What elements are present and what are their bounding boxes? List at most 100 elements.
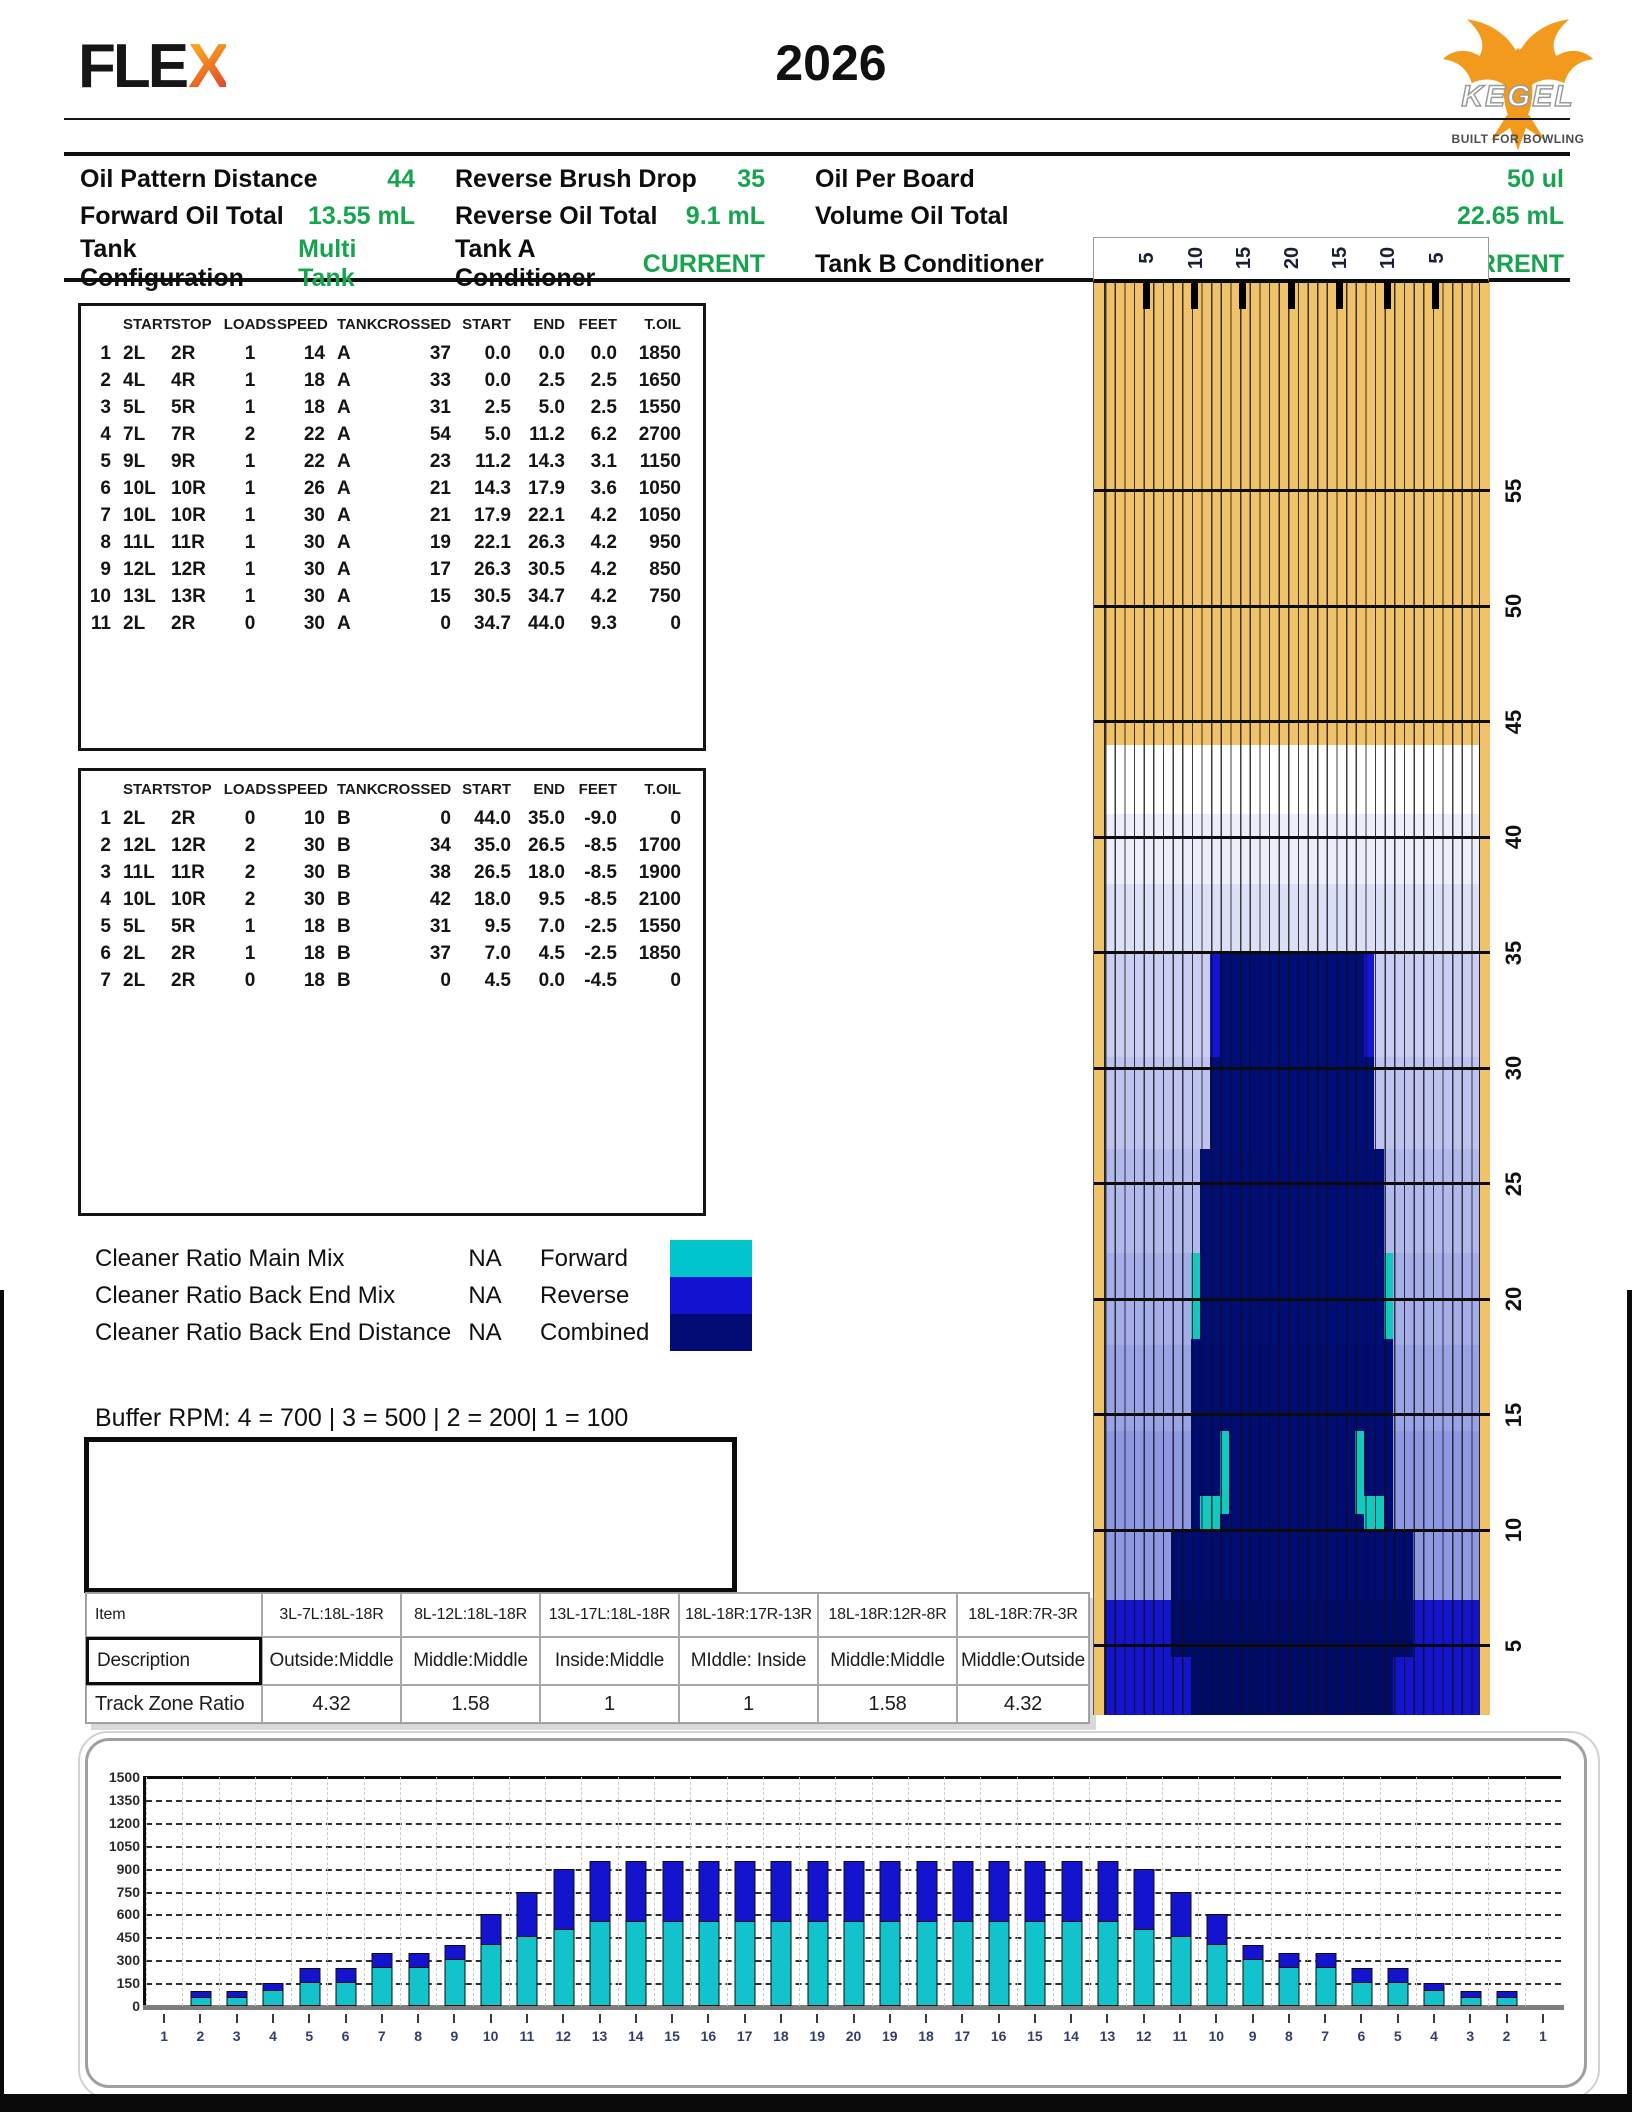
cell: 15 xyxy=(429,586,451,607)
summary-value: 22.65 mL xyxy=(1456,202,1564,230)
cell: 4 xyxy=(100,424,111,445)
stacked-bar xyxy=(770,1860,792,2006)
board-axis-label: 5 xyxy=(1135,252,1158,264)
reverse-bar-segment xyxy=(1351,1967,1373,1984)
forward-bar-segment xyxy=(516,1937,538,2006)
cell: 1 xyxy=(100,343,111,364)
y-axis-label: 300 xyxy=(116,1952,140,1969)
cell: B xyxy=(337,970,351,991)
cell: 2 xyxy=(244,835,256,856)
forward-bar-segment xyxy=(371,1967,393,2006)
forward-bar-segment xyxy=(1351,1983,1373,2006)
distance-gridline xyxy=(1094,1182,1490,1186)
cell: 26.5 xyxy=(474,862,511,883)
forward-pass-row: 1 2L 2R 1 14 A 37 0.0 0.0 0.0 1850 xyxy=(87,340,693,367)
y-axis-label: 1500 xyxy=(108,1769,140,1785)
distance-gridline xyxy=(1094,1297,1490,1301)
reverse-bar-segment xyxy=(444,1944,466,1961)
cell: 7 xyxy=(100,505,111,526)
cell: 11.2 xyxy=(475,451,511,472)
cell: A xyxy=(337,505,351,526)
x-axis-label: 10 xyxy=(482,2028,499,2044)
summary-value: 13.55 mL xyxy=(307,202,415,230)
cell: 1700 xyxy=(638,835,681,856)
reverse-bar-segment xyxy=(916,1860,938,1923)
x-axis-label: 8 xyxy=(1284,2028,1293,2044)
chart-slot xyxy=(545,1777,581,2006)
cell: B xyxy=(337,916,351,937)
reverse-bar-segment xyxy=(553,1868,575,1930)
forward-pass-row: 6 10L 10R 1 26 A 21 14.3 17.9 3.6 1050 xyxy=(87,475,693,502)
forward-pass-row: 7 10L 10R 1 30 A 21 17.9 22.1 4.2 1050 xyxy=(87,502,693,529)
distance-axis-label: 10 xyxy=(1501,1517,1526,1543)
cleaner-row: Cleaner Ratio Back End Distance NA Combine… xyxy=(95,1314,755,1351)
cell: 4.2 xyxy=(590,586,617,607)
cell: A xyxy=(337,532,351,553)
summary-cell: Oil Per Board 50 ul xyxy=(815,165,1570,194)
column-header: STOP xyxy=(171,781,212,798)
cell: 11L xyxy=(123,862,155,883)
summary-cell: Oil Pattern Distance 44 xyxy=(64,165,455,194)
cell: 1050 xyxy=(638,505,681,526)
chart-slot xyxy=(1016,1777,1053,2006)
cell: 4.2 xyxy=(590,505,617,526)
forward-bar-segment xyxy=(480,1944,502,2006)
cell: 1 xyxy=(100,808,111,829)
stacked-bar xyxy=(1278,1952,1300,2006)
board-tick xyxy=(1432,283,1440,309)
stacked-bar xyxy=(1315,1952,1337,2006)
cell: 10L xyxy=(123,889,156,910)
board-axis-label: 20 xyxy=(1280,246,1303,270)
cell: 0 xyxy=(440,613,451,634)
reverse-bar-segment xyxy=(1097,1860,1119,1923)
reverse-bar-segment xyxy=(988,1860,1010,1923)
cell: 2 xyxy=(100,835,111,856)
cell: 38 xyxy=(429,862,451,883)
chart-slot xyxy=(1379,1777,1416,2006)
stacked-bar xyxy=(371,1952,393,2006)
reverse-bar-segment xyxy=(1170,1891,1192,1938)
x-axis-label: 9 xyxy=(1248,2028,1257,2044)
x-axis-tick xyxy=(163,2014,166,2023)
cell: 2 xyxy=(244,424,256,445)
cell: 3.6 xyxy=(590,478,617,499)
x-axis-tick xyxy=(562,2014,565,2023)
summary-cell: Volume Oil Total 22.65 mL xyxy=(815,202,1570,231)
forward-bar-segment xyxy=(1460,1998,1482,2006)
cell: 2R xyxy=(171,343,196,364)
reverse-bar-segment xyxy=(1423,1983,1445,1991)
board-tick xyxy=(1239,283,1247,309)
cell: 21 xyxy=(429,478,451,499)
cell: 18.0 xyxy=(528,862,565,883)
chart-slot xyxy=(436,1777,472,2006)
cell: 12R xyxy=(171,559,206,580)
reverse-bar-segment xyxy=(952,1860,974,1923)
stacked-bar xyxy=(516,1891,538,2006)
board-axis-label: 15 xyxy=(1232,246,1255,270)
cell: 5 xyxy=(100,451,111,472)
column-header: END xyxy=(533,781,565,798)
summary-label: Reverse Brush Drop xyxy=(455,165,697,193)
cell: 4.5 xyxy=(484,970,511,991)
cell: 5.0 xyxy=(484,424,511,445)
summary-row: Forward Oil Total 13.55 mL Reverse Oil Tot… xyxy=(64,198,1570,235)
chart-slot xyxy=(726,1777,763,2006)
x-axis-label: 13 xyxy=(591,2028,608,2044)
cell: 0.0 xyxy=(484,343,511,364)
forward-bar-segment xyxy=(408,1967,430,2006)
stacked-bar xyxy=(190,1990,212,2006)
x-axis-tick xyxy=(707,2014,710,2023)
reverse-bar-segment xyxy=(662,1860,684,1923)
cell: 1 xyxy=(244,397,256,418)
chart-slot xyxy=(653,1777,690,2006)
cell: 26.3 xyxy=(474,559,511,580)
cell: 17 xyxy=(429,559,451,580)
stacked-bar xyxy=(299,1967,321,2006)
summary-label: Reverse Oil Total xyxy=(455,202,658,230)
chart-slot xyxy=(980,1777,1016,2006)
forward-bar-segment xyxy=(1387,1983,1409,2006)
summary-label: Tank Configuration xyxy=(80,235,244,292)
x-axis-label: 5 xyxy=(1393,2028,1402,2044)
cell: 5R xyxy=(171,916,196,937)
plot-area xyxy=(146,1777,1561,2006)
